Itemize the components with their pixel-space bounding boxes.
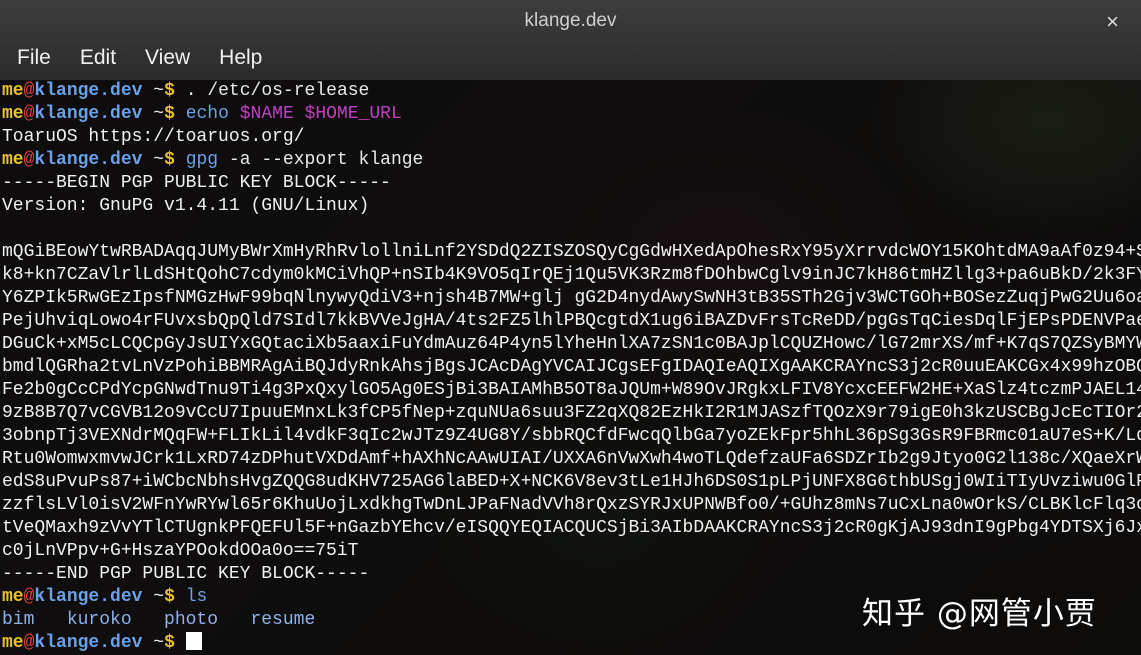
- menu-edit[interactable]: Edit: [63, 44, 126, 76]
- output-line: Version: GnuPG v1.4.11 (GNU/Linux): [2, 196, 370, 216]
- watermark-text: 知乎 @网管小贾: [862, 596, 1097, 632]
- output-line: 3obnpTj3VEXNdrMQqFW+FLIkLil4vdkF3qIc2wJT…: [2, 426, 1141, 446]
- text-cursor[interactable]: [185, 632, 202, 650]
- output-line: DGuCk+xM5cLCQCpGyJsUIYxGQtaciXb5aaxiFuYd…: [2, 334, 1141, 354]
- output-line: zzflsLVl0isV2WFnYwRYwl65r6KhuUojLxdkhgTw…: [2, 495, 1141, 515]
- prompt-line: me@klange.dev ~$ . /etc/os-release: [2, 81, 370, 101]
- output-line: -----END PGP PUBLIC KEY BLOCK-----: [2, 564, 370, 584]
- file-entry: bim: [2, 610, 35, 630]
- output-line: edS8uPvuPs87+iWCbcNbhsHvgZQQG8udKHV725AG…: [2, 472, 1141, 492]
- output-line: bmdlQGRha2tvLnVzPohiBBMRAgAiBQJdyRnkAhsj…: [2, 357, 1141, 377]
- prompt-line: me@klange.dev ~$ echo $NAME $HOME_URL: [2, 104, 402, 124]
- menu-help[interactable]: Help: [202, 44, 272, 76]
- prompt-line: me@klange.dev ~$: [0, 632, 1141, 655]
- terminal-output[interactable]: me@klange.dev ~$ . /etc/os-release me@kl…: [0, 80, 1141, 655]
- menu-file[interactable]: File: [0, 44, 61, 76]
- output-line: PejUhviqLowo4rFUvxsbQpQld7SIdl7kkBVVeJgH…: [2, 311, 1141, 331]
- file-entry: photo: [164, 610, 219, 630]
- output-line: c0jLnVPpv+G+HszaYPOokdOOa0o==75iT: [2, 541, 359, 561]
- output-line: tVeQMaxh9zVvYTlCTUgnkPFQEFUl5F+nGazbYEhc…: [2, 518, 1141, 538]
- output-line: ToaruOS https://toaruos.org/: [2, 127, 305, 147]
- window-title: klange.dev: [524, 10, 617, 31]
- output-line: Y6ZPIk5RwGEzIpsfNMGzHwF99bqNlnywyQdiV3+n…: [2, 288, 1141, 308]
- title-bar[interactable]: klange.dev × File Edit View Help: [0, 0, 1141, 80]
- close-icon[interactable]: ×: [1106, 9, 1119, 35]
- prompt-line: me@klange.dev ~$ gpg -a --export klange: [2, 150, 424, 170]
- file-entry: resume: [250, 610, 316, 630]
- output-line: Fe2b0gCcCPdYcpGNwdTnu9Ti4g3PxQxylGO5Ag0E…: [2, 380, 1141, 400]
- menu-view[interactable]: View: [128, 44, 200, 76]
- terminal-window: klange.dev × File Edit View Help me@klan…: [0, 0, 1141, 655]
- menu-bar: File Edit View Help: [0, 44, 274, 76]
- output-line: Rtu0WomwxmvwJCrk1LxRD74zDPhutVXDdAmf+hAX…: [2, 449, 1141, 469]
- output-line: k8+kn7CZaVlrlLdSHtQohC7cdym0kMCiVhQP+nSI…: [2, 265, 1141, 285]
- file-entry: kuroko: [66, 610, 132, 630]
- output-line: -----BEGIN PGP PUBLIC KEY BLOCK-----: [2, 173, 391, 193]
- output-line: mQGiBEowYtwRBADAqqJUMyBWrXmHyRhRvlollniL…: [2, 242, 1141, 262]
- output-line: 9zB8B7Q7vCGVB12o9vCcU7IpuuEMnxLk3fCP5fNe…: [2, 403, 1141, 423]
